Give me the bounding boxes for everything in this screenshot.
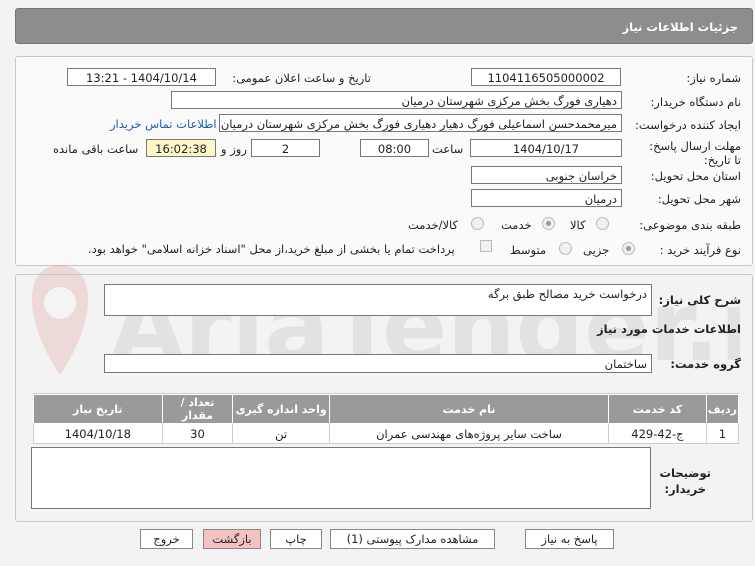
province-label: استان محل تحویل: [650,169,741,183]
category-goods-label: کالا [570,218,586,232]
buyer-notes-label: توضیحات خریدار: [660,465,712,497]
category-service-label: خدمت [501,218,532,232]
col-unit: واحد اندازه گیری [232,394,330,424]
table-row: 1 ج-42-429 ساخت سایر پروژه‌های مهندسی عم… [33,423,740,444]
category-goods-service-label: کالا/خدمت [408,218,459,232]
buyer-org-label: نام دستگاه خریدار: [650,95,741,109]
category-goods-service-radio[interactable] [471,217,484,230]
page-title: جزئیات اطلاعات نیاز [622,20,738,34]
city-field: درمیان [471,189,622,207]
remaining-time-field: 16:02:38 [146,139,216,157]
process-medium-radio[interactable] [559,242,572,255]
days-label: روز و [221,142,247,156]
deadline-time-field: 08:00 [360,139,429,157]
remaining-time-label: ساعت باقی مانده [53,142,139,156]
title-bar: جزئیات اطلاعات نیاز [15,8,753,44]
exit-button[interactable]: خروج [140,529,193,549]
treasury-payment-checkbox[interactable] [480,240,492,252]
service-group-label: گروه خدمت: [670,357,741,371]
services-table-header: ردیف کد خدمت نام خدمت واحد اندازه گیری ت… [33,394,740,424]
creator-label: ایجاد کننده درخواست: [635,118,741,132]
back-button[interactable]: بازگشت [203,529,261,549]
category-service-radio[interactable] [542,217,555,230]
attachments-button[interactable]: مشاهده مدارک پیوستی (1) [330,529,495,549]
buyer-notes-label-line1: توضیحات [659,466,712,480]
category-goods-radio[interactable] [596,217,609,230]
process-medium-label: متوسط [510,243,547,257]
services-heading: اطلاعات خدمات مورد نیاز [597,322,741,336]
buyer-contact-link[interactable]: اطلاعات تماس خریدار [110,117,217,131]
need-number-label: شماره نیاز: [686,71,741,85]
city-label: شهر محل تحویل: [657,192,741,206]
process-label: نوع فرآیند خرید : [659,243,741,257]
buyer-notes-label-line2: خریدار: [664,482,707,496]
creator-field: میرمحمدحسن اسماعیلی فورگ دهیار دهیاری فو… [219,114,622,132]
col-service-code: کد خدمت [608,394,707,424]
summary-field: درخواست خرید مصالح طبق برگه [104,284,652,316]
cell-service-name: ساخت سایر پروژه‌های مهندسی عمران [328,423,610,444]
col-need-date: تاریخ نیاز [33,394,163,424]
category-label: طبقه بندی موضوعی: [639,218,741,232]
province-field: خراسان جنوبی [471,166,622,184]
process-minor-label: جزیی [583,243,610,257]
col-row-number: ردیف [705,394,740,424]
services-table: ردیف کد خدمت نام خدمت واحد اندازه گیری ت… [33,394,740,444]
buyer-org-field: دهیاری فورگ بخش مرکزی شهرستان درمیان [171,91,622,109]
service-group-field: ساختمان [104,354,652,373]
buyer-notes-field[interactable] [31,447,651,509]
cell-need-date: 1404/10/18 [33,423,163,444]
col-quantity: تعداد / مقدار [161,394,234,424]
process-minor-radio[interactable] [622,242,635,255]
print-button[interactable]: چاپ [270,529,322,549]
deadline-date-field: 1404/10/17 [470,139,622,157]
treasury-payment-note: پرداخت تمام یا بخشی از مبلغ خرید،از محل … [88,242,455,256]
cell-service-code: ج-42-429 [608,423,707,444]
deadline-label: مهلت ارسال پاسخ: تا تاریخ: [649,139,741,167]
cell-row-number: 1 [705,423,740,444]
reply-button[interactable]: پاسخ به نیاز [525,529,614,549]
col-service-name: نام خدمت [328,394,610,424]
deadline-time-label: ساعت [432,142,464,156]
cell-quantity: 30 [161,423,234,444]
cell-unit: تن [232,423,330,444]
summary-label: شرح کلی نیاز: [658,293,741,307]
days-field: 2 [251,139,320,157]
announce-date-field: 1404/10/14 - 13:21 [67,68,216,86]
need-number-field: 1104116505000002 [471,68,621,86]
announce-date-label: تاریخ و ساعت اعلان عمومی: [232,71,371,85]
